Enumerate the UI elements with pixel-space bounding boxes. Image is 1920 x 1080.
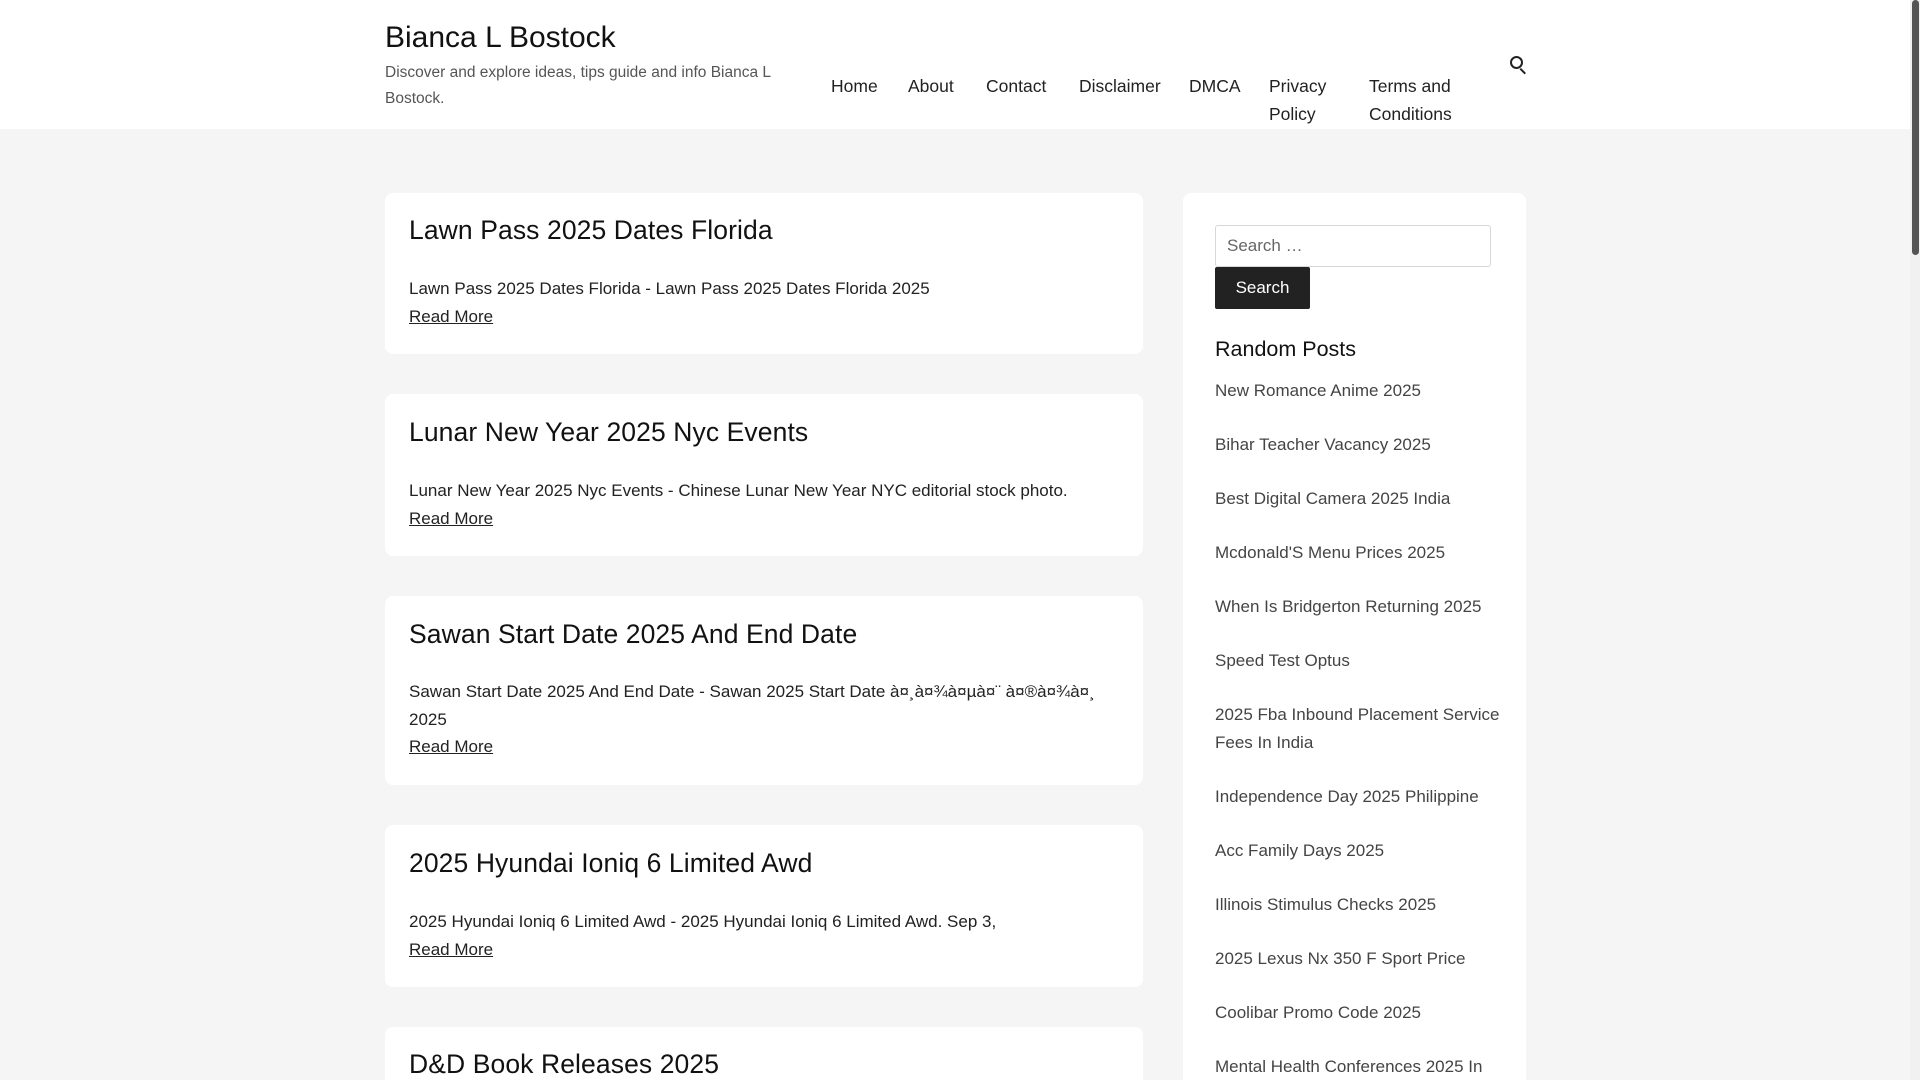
nav-about[interactable]: About [908,72,954,100]
search-toggle-button[interactable] [1506,53,1530,77]
post-title[interactable]: Lunar New Year 2025 Nyc Events [409,417,808,448]
random-post-link[interactable]: Illinois Stimulus Checks 2025 [1215,891,1505,919]
random-post-link[interactable]: Mental Health Conferences 2025 In [1215,1053,1505,1080]
post-excerpt: Lunar New Year 2025 Nyc Events - Chinese… [409,481,1068,500]
scrollbar-thumb[interactable] [1912,0,1919,255]
random-post-link[interactable]: Best Digital Camera 2025 India [1215,485,1505,513]
random-post-link[interactable]: Bihar Teacher Vacancy 2025 [1215,431,1505,459]
search-button[interactable]: Search [1215,267,1310,309]
post-excerpt: 2025 Hyundai Ioniq 6 Limited Awd - 2025 … [409,912,997,931]
post-title[interactable]: Sawan Start Date 2025 And End Date [409,619,857,650]
random-post-link[interactable]: New Romance Anime 2025 [1215,377,1505,405]
post-excerpt: Sawan Start Date 2025 And End Date - Saw… [409,682,1095,729]
site-header: Bianca L Bostock Discover and explore id… [0,0,1910,129]
random-post-link[interactable]: 2025 Lexus Nx 350 F Sport Price [1215,945,1505,973]
random-post-link[interactable]: Coolibar Promo Code 2025 [1215,999,1505,1027]
random-post-link[interactable]: Mcdonald'S Menu Prices 2025 [1215,539,1505,567]
post-title[interactable]: D&D Book Releases 2025 [409,1049,719,1080]
nav-dmca[interactable]: DMCA [1189,72,1241,100]
post-card: Sawan Start Date 2025 And End Date Sawan… [385,596,1143,785]
random-posts-title: Random Posts [1215,337,1357,361]
post-card: Lawn Pass 2025 Dates Florida Lawn Pass 2… [385,193,1143,354]
read-more-link[interactable]: Read More [409,507,493,531]
nav-contact[interactable]: Contact [986,72,1046,100]
post-card: 2025 Hyundai Ioniq 6 Limited Awd 2025 Hy… [385,825,1143,987]
site-tagline: Discover and explore ideas, tips guide a… [385,64,771,107]
post-title[interactable]: Lawn Pass 2025 Dates Florida [409,215,773,246]
random-post-link[interactable]: When Is Bridgerton Returning 2025 [1215,593,1505,621]
search-input[interactable] [1215,225,1491,267]
post-excerpt: Lawn Pass 2025 Dates Florida - Lawn Pass… [409,279,930,298]
post-card: Lunar New Year 2025 Nyc Events Lunar New… [385,394,1143,556]
site-title[interactable]: Bianca L Bostock [385,18,805,58]
site-branding: Bianca L Bostock Discover and explore id… [385,18,805,112]
nav-home[interactable]: Home [831,72,878,100]
nav-disclaimer[interactable]: Disclaimer [1079,72,1161,100]
nav-terms-and-conditions[interactable]: Terms and Conditions [1369,72,1469,128]
nav-privacy-policy[interactable]: Privacy Policy [1269,72,1344,128]
random-post-link[interactable]: Independence Day 2025 Philippine [1215,783,1505,811]
random-post-link[interactable]: Speed Test Optus [1215,647,1505,675]
random-post-link[interactable]: 2025 Fba Inbound Placement Service Fees … [1215,701,1505,757]
read-more-link[interactable]: Read More [409,938,493,962]
post-title[interactable]: 2025 Hyundai Ioniq 6 Limited Awd [409,848,812,879]
post-card: D&D Book Releases 2025 [385,1027,1143,1080]
sidebar: Search Random Posts New Romance Anime 20… [1183,193,1526,1080]
read-more-link[interactable]: Read More [409,735,493,759]
random-post-link[interactable]: Acc Family Days 2025 [1215,837,1505,865]
read-more-link[interactable]: Read More [409,305,493,329]
